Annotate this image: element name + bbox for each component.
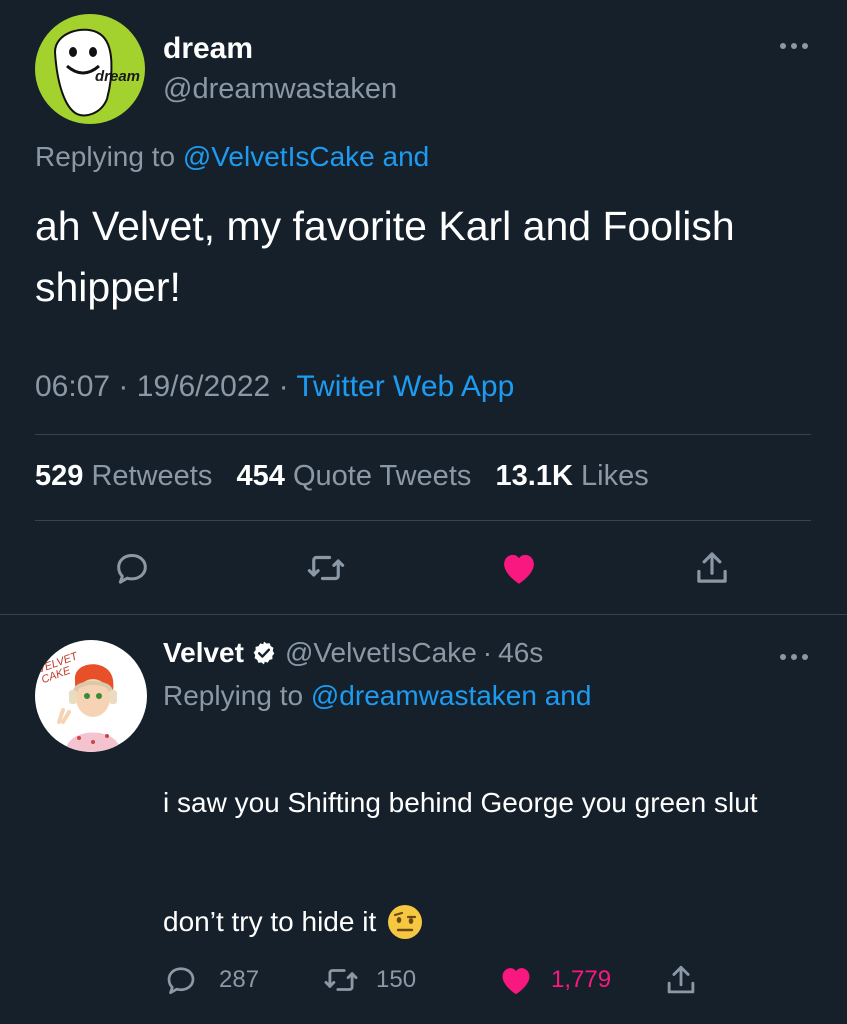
like-button[interactable]: 1,779 — [497, 960, 611, 1000]
divider — [35, 520, 811, 521]
replying-prefix: Replying to — [35, 141, 176, 172]
replying-prefix: Replying to — [163, 680, 304, 711]
reply-count: 287 — [219, 966, 260, 993]
quotes-count: 454 — [236, 460, 285, 492]
divider — [0, 614, 847, 615]
replying-to: Replying to @VelvetIsCake and — [35, 141, 429, 173]
divider — [35, 434, 811, 435]
meta-separator: · — [118, 370, 129, 403]
likes-label: Likes — [581, 460, 649, 492]
reply-header: Velvet @VelvetIsCake · 46s — [163, 637, 543, 669]
like-icon-filled — [504, 554, 534, 584]
more-options-icon[interactable] — [777, 36, 811, 56]
likes-count: 13.1K — [495, 460, 573, 492]
author-display-name[interactable]: Velvet — [163, 637, 244, 669]
like-icon-filled — [502, 968, 530, 995]
reply-text: i saw you Shifting behind George you gre… — [163, 787, 758, 818]
meta-separator: · — [482, 637, 493, 668]
reply-text-second: don’t try to hide it — [163, 903, 424, 941]
verified-badge-icon — [251, 640, 277, 666]
retweets-stat[interactable]: 529 Retweets — [35, 460, 212, 492]
reply-button[interactable]: 287 — [163, 960, 259, 1000]
like-count: 1,779 — [551, 966, 612, 993]
share-icon — [697, 552, 727, 583]
like-button[interactable] — [497, 546, 541, 590]
author-handle[interactable]: @dreamwastaken — [163, 73, 397, 106]
share-icon — [667, 965, 695, 994]
retweets-label: Retweets — [91, 460, 213, 492]
retweet-button[interactable] — [304, 546, 348, 590]
replying-to: Replying to @dreamwastaken and — [163, 680, 591, 712]
replying-to-link[interactable]: @dreamwastaken and — [311, 680, 592, 711]
tweet-date[interactable]: 19/6/2022 — [137, 370, 270, 403]
raised-eyebrow-emoji-icon — [386, 903, 424, 941]
reply-icon — [117, 554, 147, 584]
retweets-count: 529 — [35, 460, 84, 492]
velvet-avatar[interactable]: VELVET CAKE — [35, 640, 147, 752]
reply-icon — [167, 967, 195, 995]
likes-stat[interactable]: 13.1K Likes — [496, 460, 649, 492]
tweet-time[interactable]: 06:07 — [35, 370, 110, 403]
author-handle[interactable]: @VelvetIsCake — [285, 637, 477, 669]
quotes-label: Quote Tweets — [292, 460, 472, 492]
author-display-name[interactable]: dream — [163, 32, 253, 66]
tweet-text: ah Velvet, my favorite Karl and Foolish … — [35, 203, 735, 310]
tweet-meta: 06:07 · 19/6/2022 · Twitter Web App — [35, 370, 514, 404]
retweet-count: 150 — [376, 966, 417, 993]
reply-text-line2: don’t try to hide it — [163, 906, 377, 937]
avatar-logo-text: dream — [95, 68, 141, 85]
retweet-button[interactable]: 150 — [322, 960, 416, 1000]
replying-to-link[interactable]: @VelvetIsCake and — [183, 141, 429, 172]
retweet-icon — [324, 969, 358, 991]
share-button[interactable] — [662, 960, 700, 1000]
tweet-source[interactable]: Twitter Web App — [296, 370, 514, 403]
retweet-icon — [307, 555, 345, 581]
tweet-stats: 529 Retweets 454 Quote Tweets 13.1K Like… — [35, 460, 649, 493]
quotes-stat[interactable]: 454 Quote Tweets — [237, 460, 472, 492]
share-button[interactable] — [690, 546, 734, 590]
more-options-icon[interactable] — [777, 647, 811, 667]
meta-separator: · — [278, 370, 289, 403]
tweet-time-ago[interactable]: 46s — [498, 637, 543, 669]
dream-avatar[interactable]: dream — [35, 14, 145, 124]
reply-button[interactable] — [110, 546, 154, 590]
